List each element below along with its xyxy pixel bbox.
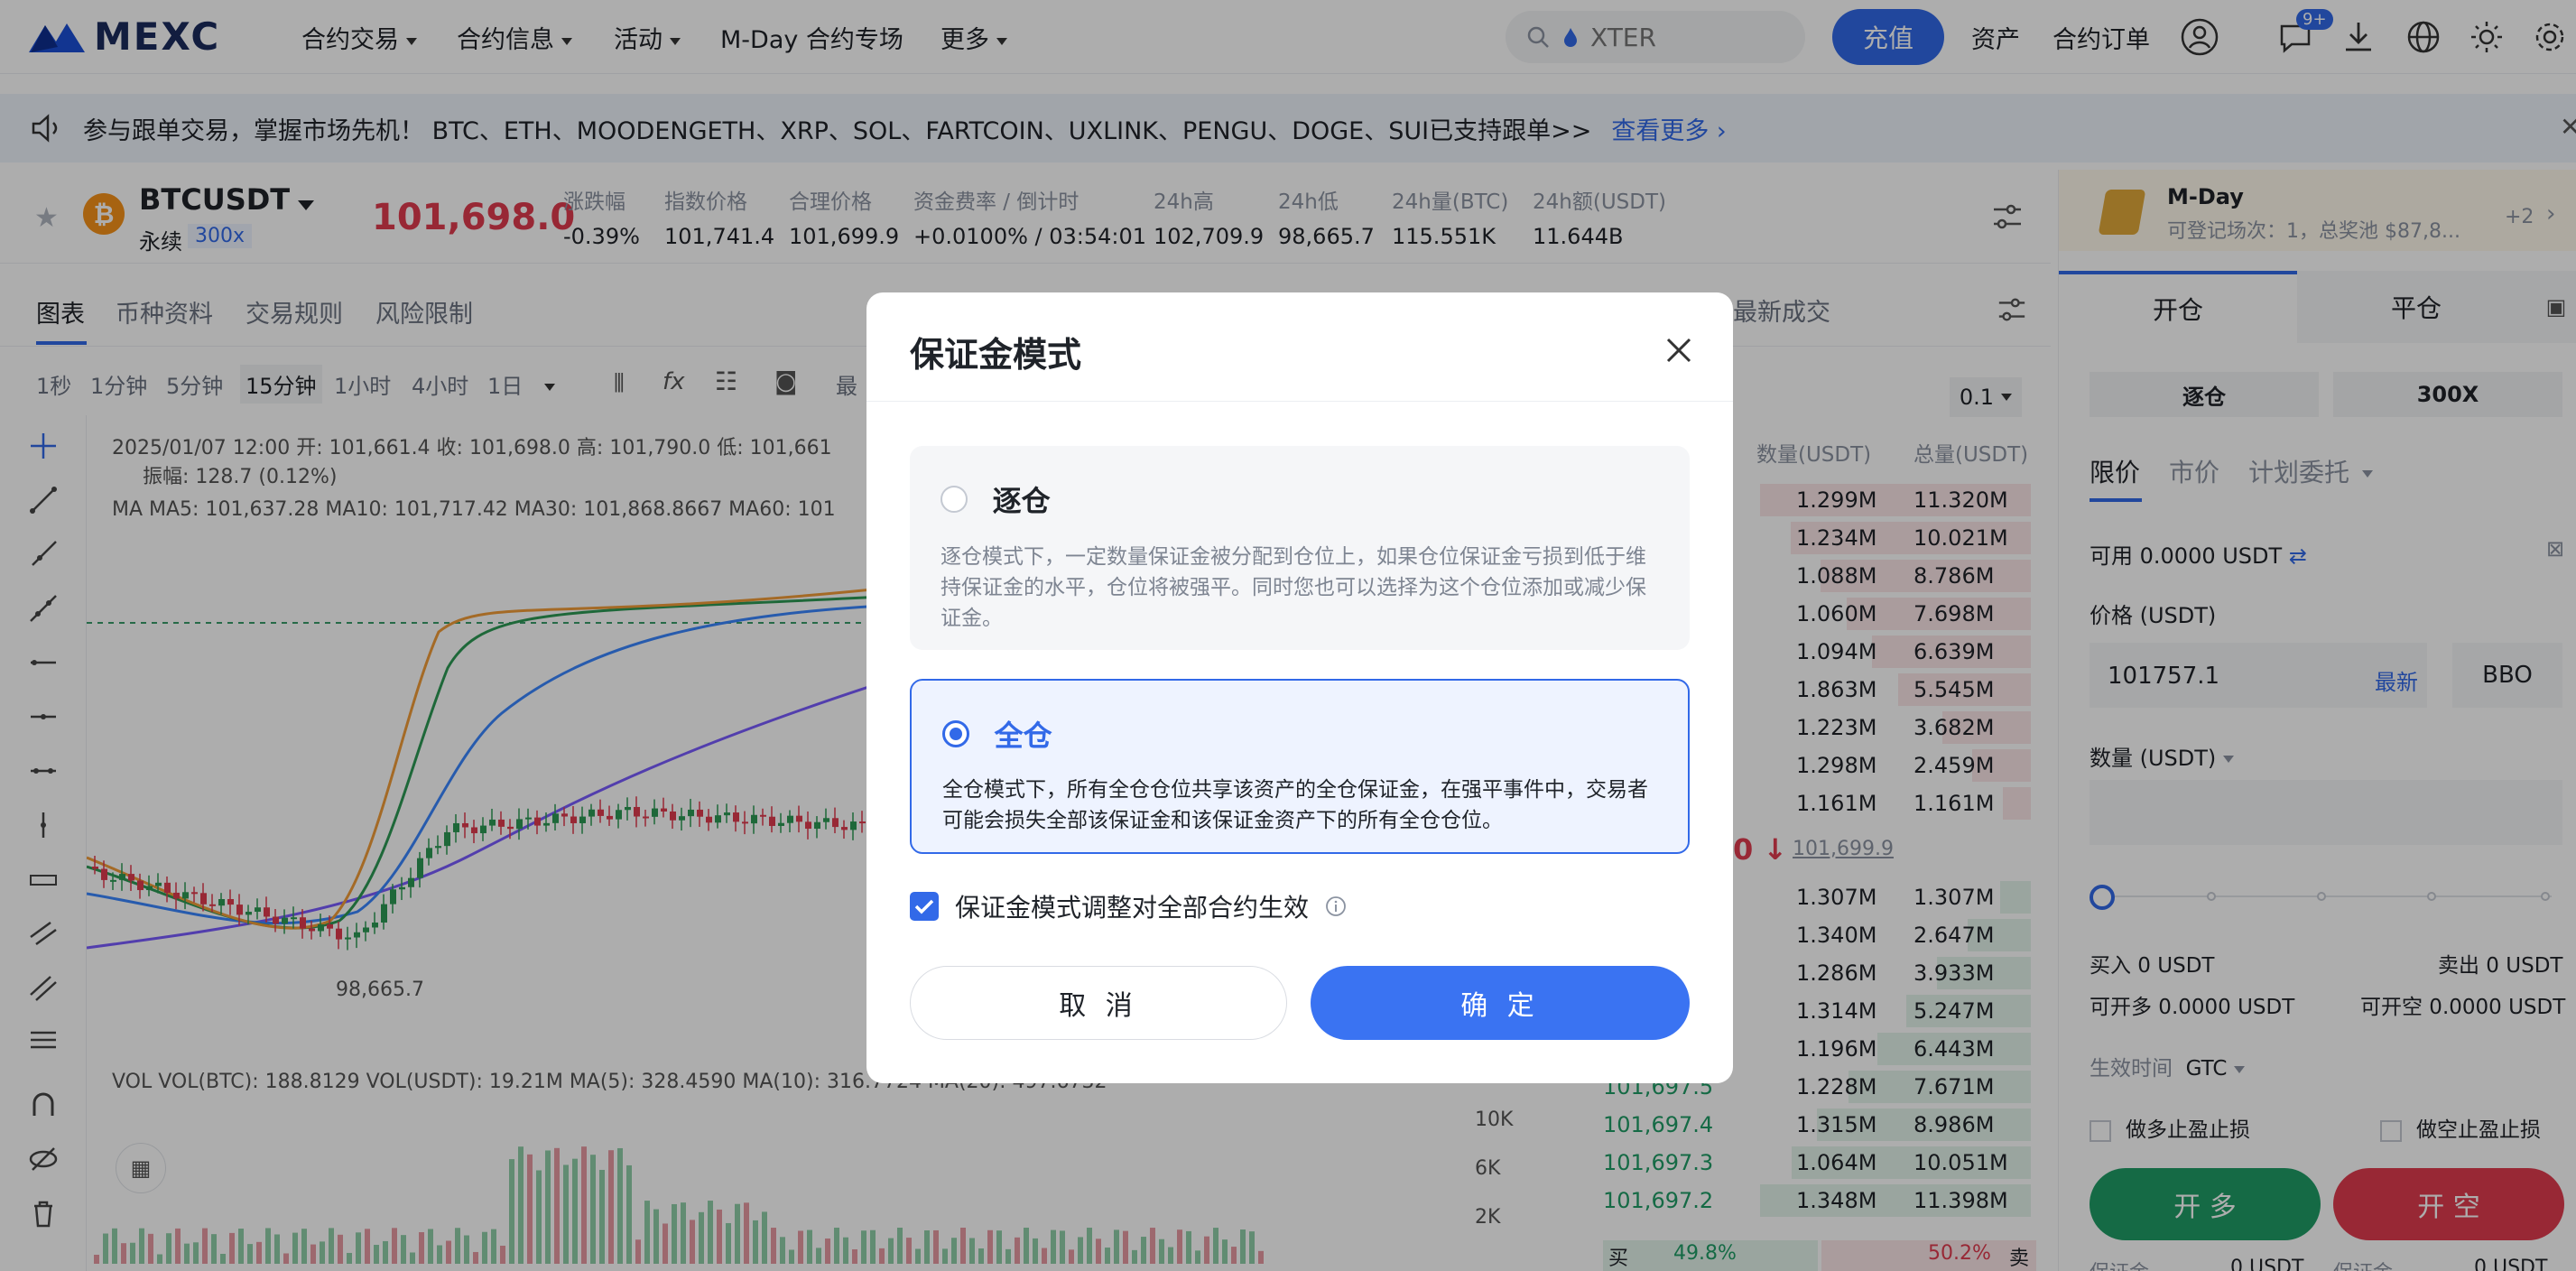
confirm-button[interactable]: 确 定 bbox=[1311, 966, 1690, 1040]
isolated-margin-option[interactable]: 逐仓 逐仓模式下，一定数量保证金被分配到仓位上，如果仓位保证金亏损到低于维持保证… bbox=[910, 446, 1690, 650]
cross-margin-option[interactable]: 全仓 全仓模式下，所有全仓仓位共享该资产的全仓保证金，在强平事件中，交易者可能会… bbox=[910, 679, 1690, 854]
apply-all-checkbox[interactable]: 保证金模式调整对全部合约生效 bbox=[910, 888, 1347, 924]
apply-all-label: 保证金模式调整对全部合约生效 bbox=[955, 893, 1310, 923]
cancel-button[interactable]: 取 消 bbox=[910, 966, 1287, 1040]
cross-description: 全仓模式下，所有全仓仓位共享该资产的全仓保证金，在强平事件中，交易者可能会损失全… bbox=[942, 778, 1648, 832]
margin-mode-dialog: 保证金模式 逐仓 逐仓模式下，一定数量保证金被分配到仓位上，如果仓位保证金亏损到… bbox=[866, 292, 1733, 1083]
isolated-description: 逐仓模式下，一定数量保证金被分配到仓位上，如果仓位保证金亏损到低于维持保证金的水… bbox=[941, 545, 1646, 630]
cross-title: 全仓 bbox=[994, 719, 1052, 753]
dialog-divider bbox=[866, 401, 1733, 402]
radio-isolated[interactable] bbox=[941, 486, 968, 513]
isolated-title: 逐仓 bbox=[992, 484, 1051, 518]
close-icon[interactable] bbox=[1661, 332, 1697, 368]
radio-cross[interactable] bbox=[942, 720, 969, 747]
dialog-title: 保证金模式 bbox=[910, 335, 1082, 375]
info-icon[interactable] bbox=[1325, 895, 1347, 917]
checkbox-checked-icon[interactable] bbox=[910, 892, 939, 921]
